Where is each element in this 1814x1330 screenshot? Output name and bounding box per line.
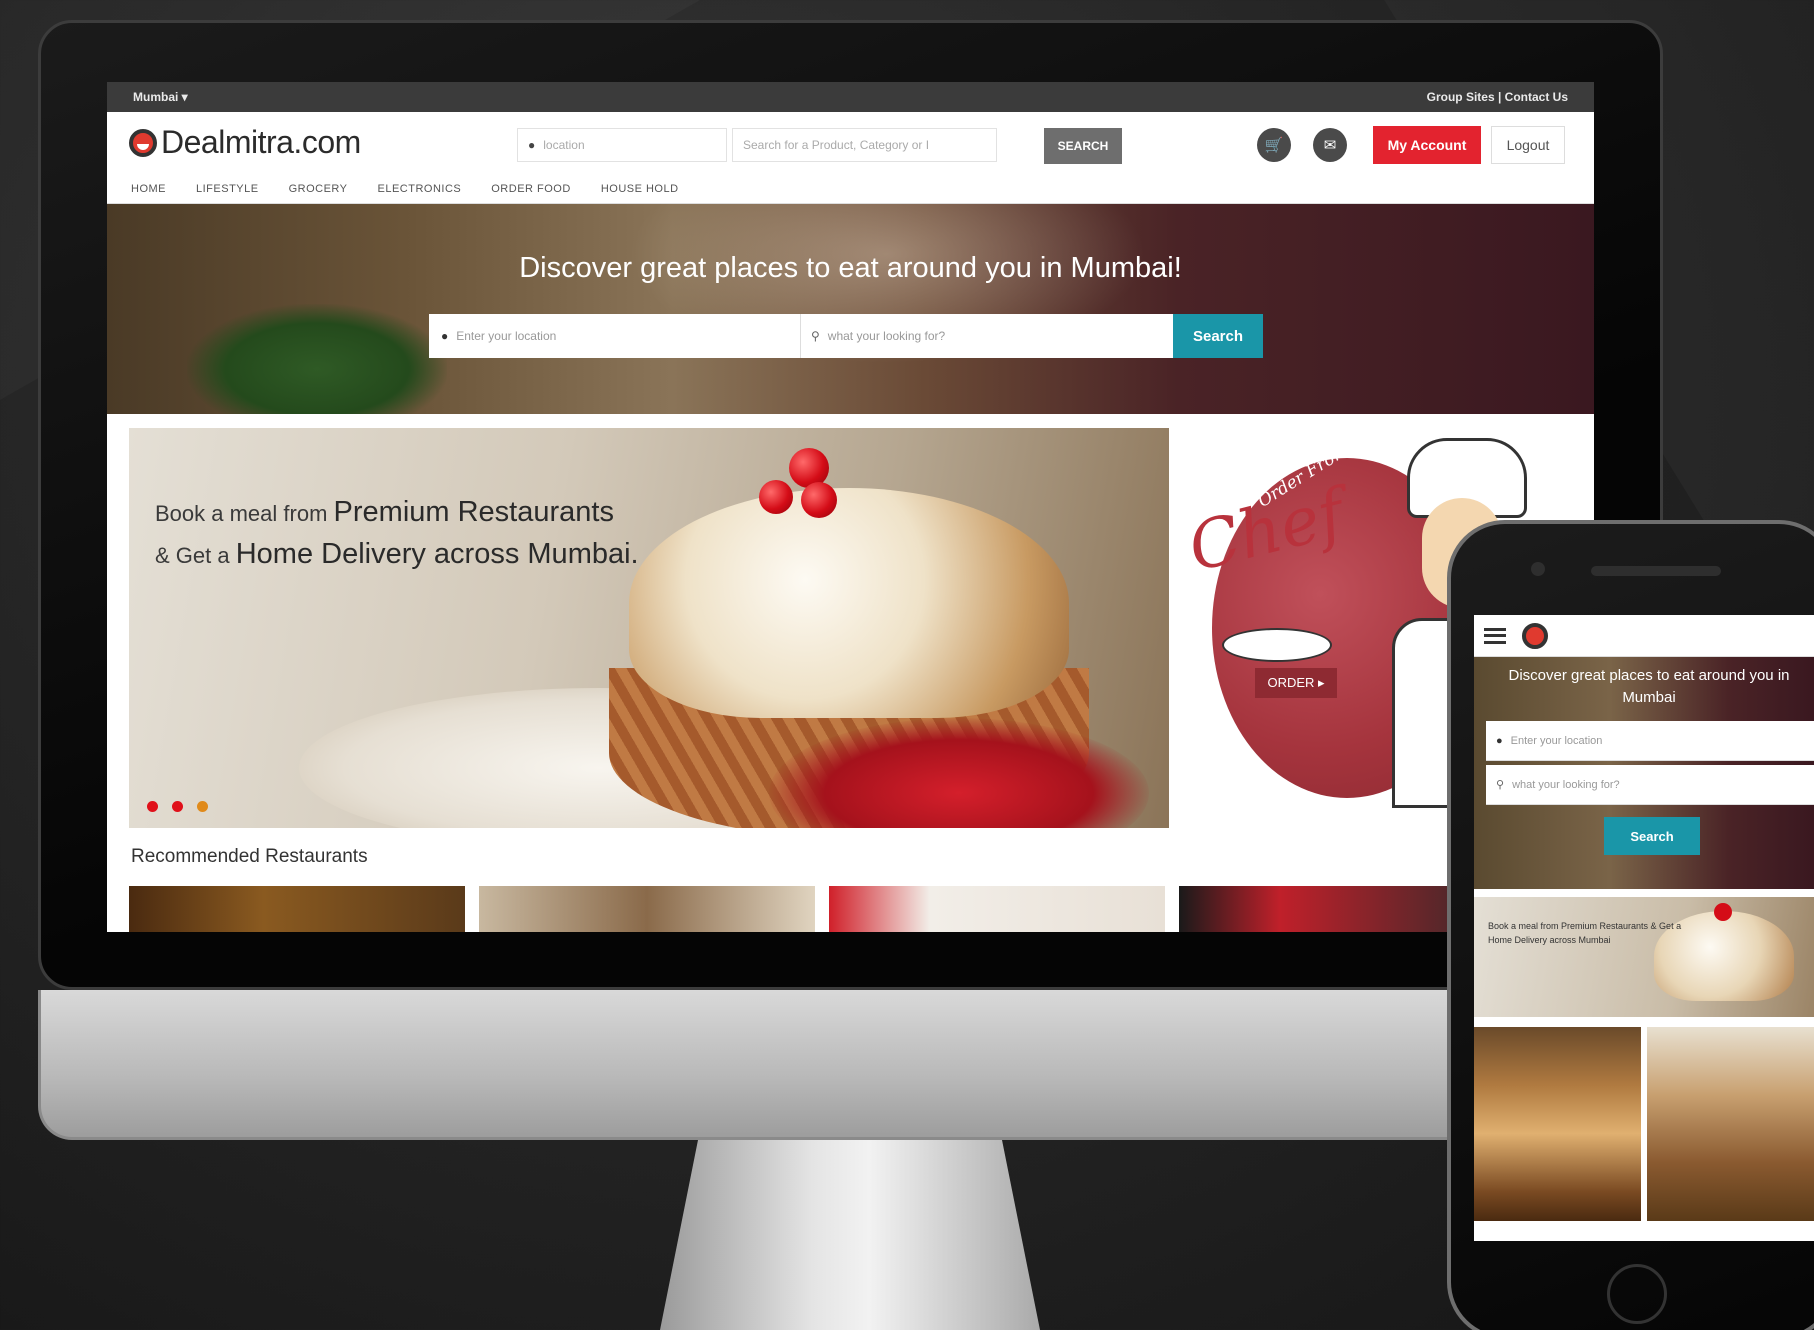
mobile-hero-title: Discover great places to eat around you … <box>1508 667 1790 706</box>
restaurant-thumb[interactable] <box>129 886 465 932</box>
hero-search-button[interactable]: Search <box>1173 314 1263 358</box>
nav-order-food[interactable]: ORDER FOOD <box>491 183 571 195</box>
restaurant-photo[interactable] <box>1474 1027 1641 1221</box>
nav-household[interactable]: HOUSE HOLD <box>601 183 679 195</box>
cherry-image <box>801 482 837 518</box>
mobile-restaurant-photos <box>1474 1027 1814 1221</box>
promo-carousel[interactable]: Book a meal from Premium Restaurants & G… <box>129 428 1169 828</box>
mobile-header <box>1474 615 1814 657</box>
hero-what-placeholder: what your looking for? <box>827 329 946 343</box>
map-pin-icon: ● <box>528 138 536 152</box>
promo-text: Book a meal from Premium Restaurants & G… <box>155 492 639 576</box>
hero-location-input[interactable]: ● Enter your location <box>429 314 801 358</box>
carousel-dot[interactable] <box>172 801 183 812</box>
location-placeholder: location <box>543 138 585 152</box>
site-header: Dealmitra.com ● location Search for a Pr… <box>107 112 1594 204</box>
mobile-search-button[interactable]: Search <box>1604 817 1700 855</box>
phone-home-button <box>1607 1264 1667 1324</box>
logo-text: Dealmitra.com <box>161 124 361 160</box>
meringue-image <box>629 488 1069 718</box>
header-search-input[interactable]: Search for a Product, Category or I <box>732 128 997 162</box>
nav-home[interactable]: HOME <box>131 183 166 195</box>
my-account-button[interactable]: My Account <box>1373 126 1481 164</box>
mobile-what-placeholder: what your looking for? <box>1512 778 1620 791</box>
message-icon[interactable]: ✉ <box>1313 128 1347 162</box>
top-links[interactable]: Group Sites | Contact Us <box>1427 90 1568 104</box>
spaghetti-plate-icon <box>1222 628 1332 662</box>
logout-button[interactable]: Logout <box>1491 126 1565 164</box>
hero-search-input[interactable]: ⚲ what your looking for? <box>801 314 1173 358</box>
mobile-promo[interactable]: Book a meal from Premium Restaurants & G… <box>1474 897 1814 1017</box>
mobile-screen: Discover great places to eat around you … <box>1474 615 1814 1241</box>
restaurant-thumb[interactable] <box>829 886 1165 932</box>
carousel-dots <box>147 801 208 812</box>
desktop-screen: Mumbai ▾ Group Sites | Contact Us Dealmi… <box>107 82 1594 932</box>
monitor-chin <box>38 990 1663 1140</box>
cart-icon[interactable]: 🛒 <box>1257 128 1291 162</box>
mobile-logo-icon[interactable] <box>1522 622 1548 649</box>
restaurant-thumb[interactable] <box>479 886 815 932</box>
hamburger-menu-icon[interactable] <box>1484 627 1506 644</box>
nav-electronics[interactable]: ELECTRONICS <box>378 183 462 195</box>
hero-banner: Discover great places to eat around you … <box>107 204 1594 414</box>
hero-title: Discover great places to eat around you … <box>519 252 1182 284</box>
phone-camera <box>1531 562 1545 576</box>
restaurant-photo[interactable] <box>1647 1027 1814 1221</box>
search-icon: ⚲ <box>811 329 820 343</box>
search-placeholder: Search for a Product, Category or I <box>743 138 930 152</box>
mobile-search-input[interactable]: ⚲ what your looking for? <box>1486 765 1814 805</box>
map-pin-icon: ● <box>1496 734 1503 747</box>
mobile-location-input[interactable]: ● Enter your location <box>1486 721 1814 761</box>
carousel-dot[interactable] <box>197 801 208 812</box>
header-search-button[interactable]: SEARCH <box>1044 128 1122 164</box>
nav-lifestyle[interactable]: LIFESTYLE <box>196 183 259 195</box>
carousel-dot[interactable] <box>147 801 158 812</box>
hero-search-bar: ● Enter your location ⚲ what your lookin… <box>429 314 1263 358</box>
promo-line1-prefix: Book a meal from <box>155 501 328 526</box>
promo-line1-emph: Premium Restaurants <box>333 496 614 528</box>
hero-location-placeholder: Enter your location <box>456 329 557 343</box>
promo-line2-prefix: & Get a <box>155 543 230 568</box>
mobile-promo-text: Book a meal from Premium Restaurants & G… <box>1488 921 1682 945</box>
map-pin-icon: ● <box>441 329 449 343</box>
search-icon: ⚲ <box>1496 779 1505 791</box>
logo-icon <box>129 128 157 157</box>
main-nav: HOME LIFESTYLE GROCERY ELECTRONICS ORDER… <box>131 183 679 195</box>
monitor-stand <box>660 1140 1040 1330</box>
city-selector[interactable]: Mumbai ▾ <box>133 90 188 104</box>
recommended-title: Recommended Restaurants <box>131 846 368 867</box>
phone-speaker <box>1591 566 1721 576</box>
mobile-location-placeholder: Enter your location <box>1510 734 1603 747</box>
cherry-image <box>1714 903 1732 921</box>
promo-line2-emph: Home Delivery across Mumbai. <box>235 538 639 570</box>
nav-grocery[interactable]: GROCERY <box>289 183 348 195</box>
site-logo[interactable]: Dealmitra.com <box>129 124 361 161</box>
cherry-image <box>759 480 793 514</box>
order-button[interactable]: ORDER ▸ <box>1255 668 1337 698</box>
header-location-input[interactable]: ● location <box>517 128 727 162</box>
recommended-list <box>129 886 1515 932</box>
top-bar: Mumbai ▾ Group Sites | Contact Us <box>107 82 1594 112</box>
mobile-hero: Discover great places to eat around you … <box>1474 657 1814 889</box>
